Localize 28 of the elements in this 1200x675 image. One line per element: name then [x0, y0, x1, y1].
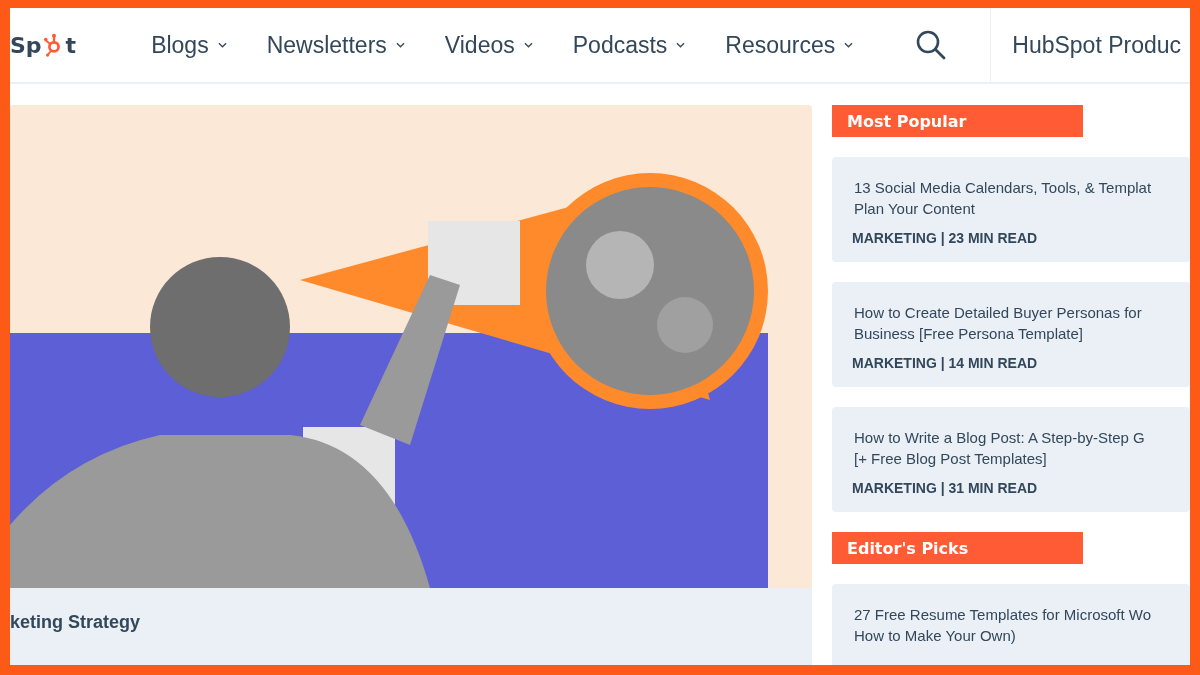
article-title[interactable]: How to Create Detailed Buyer Personas for Business [Free Persona Template]: [854, 302, 1190, 344]
search-icon[interactable]: [915, 29, 948, 61]
article-card[interactable]: 13 Social Media Calendars, Tools, & Templat Plan Your Content MARKETING | 23 MIN READ: [832, 157, 1190, 262]
article-meta: MARKETING | 31 MIN READ: [852, 480, 1039, 496]
nav-menu-item[interactable]: Resources: [725, 31, 854, 59]
chevron-down-icon: [217, 42, 227, 48]
article-meta: MARKETING | 14 MIN READ: [852, 355, 1039, 371]
article-meta: MARKETING | 23 MIN READ: [852, 230, 1039, 246]
nav-menu-item[interactable]: Blogs: [151, 31, 227, 59]
products-link[interactable]: HubSpot Produc: [990, 8, 1182, 83]
nav-menu-item[interactable]: Newsletters: [266, 31, 405, 59]
featured-article-card[interactable]: keting Strategy: [10, 105, 812, 665]
chevron-down-icon: [844, 42, 854, 48]
chevron-down-icon: [523, 42, 533, 48]
article-card[interactable]: 27 Free Resume Templates for Microsoft Wo How to Make Your Own): [832, 584, 1190, 665]
chevron-down-icon: [395, 42, 405, 48]
section-heading: Editor's Picks: [832, 532, 1083, 564]
nav-menu-item[interactable]: Videos: [444, 31, 533, 59]
article-card[interactable]: How to Write a Blog Post: A Step-by-Step G [+ Free Blog Post Templates] MARKETING | 31 MIN READ: [832, 407, 1190, 512]
article-title[interactable]: 13 Social Media Calendars, Tools, & Templat Plan Your Content: [854, 177, 1190, 219]
article-card[interactable]: How to Create Detailed Buyer Personas for Business [Free Persona Template] MARKETING | 14 MIN READ: [832, 282, 1190, 387]
nav-menu-item[interactable]: Podcasts: [572, 31, 686, 59]
section-heading: Most Popular: [832, 105, 1083, 137]
logo[interactable]: Sp t: [10, 32, 77, 58]
article-title[interactable]: How to Write a Blog Post: A Step-by-Step G [+ Free Blog Post Templates]: [854, 427, 1190, 469]
chevron-down-icon: [676, 42, 686, 48]
featured-article-title[interactable]: keting Strategy: [10, 612, 141, 632]
article-title[interactable]: 27 Free Resume Templates for Microsoft Wo How to Make Your Own): [854, 604, 1190, 646]
